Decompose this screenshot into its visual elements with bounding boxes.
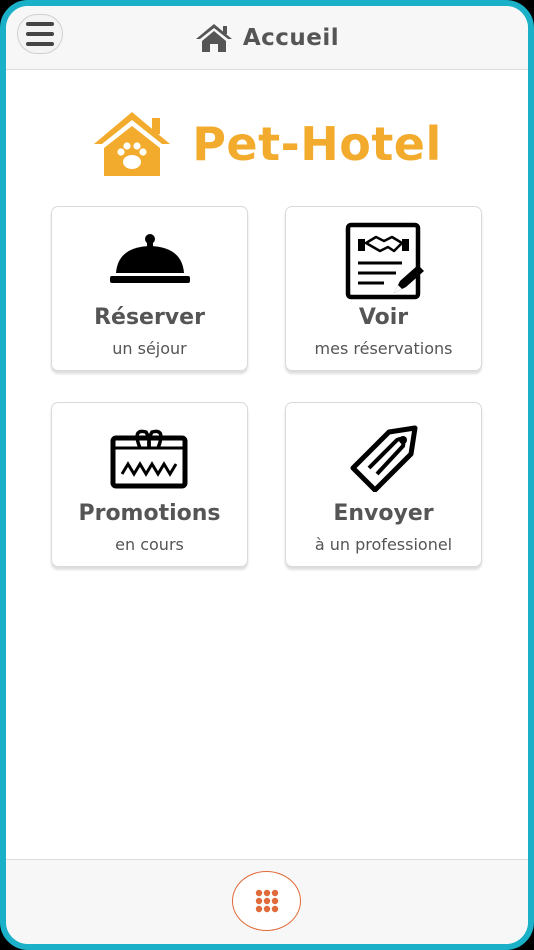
pet-house-paw-icon: [94, 112, 171, 176]
brand-header: Pet-Hotel: [6, 108, 528, 180]
card-subtitle: un séjour: [112, 339, 187, 358]
brand-name: Pet-Hotel: [192, 117, 442, 171]
gift-card-icon: [110, 429, 187, 489]
card-subtitle: à un professionel: [314, 535, 453, 554]
apps-button[interactable]: [232, 871, 301, 931]
card-title: Envoyer: [333, 501, 434, 526]
page-title: Accueil: [242, 25, 340, 51]
top-bar: Accueil: [6, 6, 528, 70]
card-title: Voir: [358, 305, 409, 330]
card-subtitle: en cours: [115, 535, 184, 554]
service-bell-icon: [109, 234, 190, 283]
send-professional-card[interactable]: Envoyer à un professionel: [285, 402, 482, 567]
card-subtitle: mes réservations: [314, 339, 453, 358]
view-reservations-card[interactable]: Voir mes réservations: [285, 206, 482, 371]
price-tag-icon: [350, 425, 417, 492]
reserve-stay-card[interactable]: Réserver un séjour: [51, 206, 248, 371]
bottom-bar: [6, 859, 528, 944]
app-frame: Accueil Pet-Hotel Réserver un séjour Voi…: [0, 0, 534, 950]
contract-handshake-icon: [345, 222, 424, 300]
grid-dots-icon: [255, 889, 278, 913]
card-title: Promotions: [78, 501, 221, 526]
home-icon: [195, 24, 232, 52]
page-title-group: Accueil: [6, 20, 528, 56]
promotions-card[interactable]: Promotions en cours: [51, 402, 248, 567]
card-title: Réserver: [94, 305, 205, 330]
